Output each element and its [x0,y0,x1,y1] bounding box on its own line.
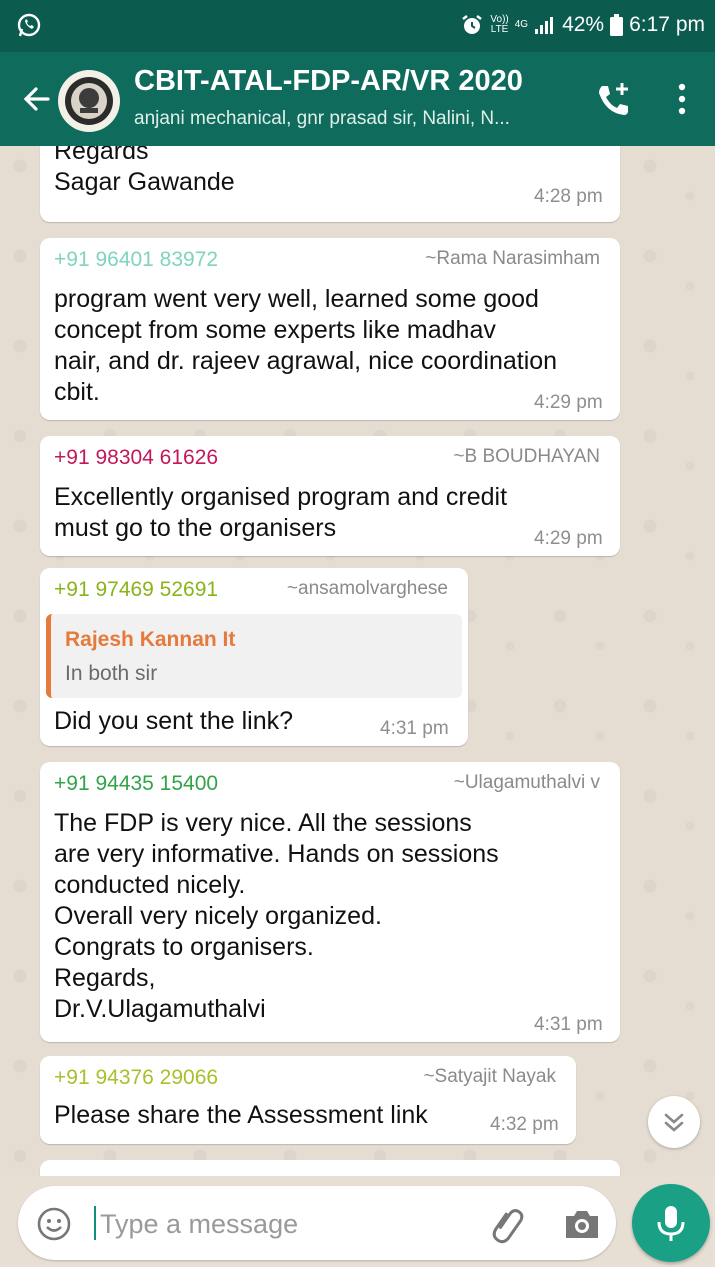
sender-alias: ~Rama Narasimham [425,248,600,269]
group-members[interactable]: anjani mechanical, gnr prasad sir, Nalin… [134,108,574,130]
back-arrow-icon[interactable] [20,82,54,116]
add-call-icon[interactable] [594,80,632,118]
sender-phone[interactable]: +91 96401 83972 [54,248,218,272]
battery-percent: 42% [562,13,605,36]
voice-record-button[interactable] [632,1184,710,1262]
message-bubble[interactable]: Regards Sagar Gawande 4:28 pm [40,146,620,222]
sender-phone[interactable]: +91 98304 61626 [54,446,218,470]
group-title[interactable]: CBIT-ATAL-FDP-AR/VR 2020 [134,65,523,98]
status-bar: Vo)) LTE 4G 42% 6:17 pm [0,0,715,52]
mic-icon [657,1206,685,1241]
text-cursor [94,1206,96,1240]
sender-alias: ~Ulagamuthalvi v [453,772,600,793]
message-time: 4:31 pm [380,718,449,739]
clock: 6:17 pm [629,13,705,36]
group-logo [65,77,113,125]
paperclip-icon[interactable] [488,1204,528,1244]
message-text: The FDP is very nice. All the sessions a… [54,809,499,1023]
message-text: program went very well, learned some goo… [54,285,558,406]
message-text: Excellently organised program and credit… [54,483,508,542]
data-type-indicator: 4G [514,19,529,30]
chat-area[interactable]: Regards Sagar Gawande 4:28 pm +91 96401 … [0,146,715,1176]
signal-icon [535,17,554,34]
sender-alias: ~Satyajit Nayak [423,1066,556,1087]
chat-header: CBIT-ATAL-FDP-AR/VR 2020 anjani mechanic… [0,52,715,146]
message-time: 4:31 pm [534,1014,603,1035]
message-text: Regards Sagar Gawande [54,146,235,196]
chevron-double-down-icon [664,1113,684,1132]
message-time: 4:28 pm [534,186,603,207]
group-avatar[interactable] [58,70,120,132]
message-time: 4:32 pm [490,1114,559,1135]
sender-phone[interactable]: +91 97469 52691 [54,578,218,602]
battery-icon [610,14,624,36]
message-bubble-partial[interactable] [40,1160,620,1176]
quoted-text: In both sir [65,662,158,685]
sender-phone[interactable]: +91 94435 15400 [54,772,218,796]
message-bubble[interactable]: +91 94376 29066 ~Satyajit Nayak Please s… [40,1056,576,1144]
message-bubble[interactable]: +91 98304 61626 ~B BOUDHAYAN Excellently… [40,436,620,556]
message-composer [18,1186,616,1260]
message-bubble[interactable]: +91 94435 15400 ~Ulagamuthalvi v The FDP… [40,762,620,1042]
quoted-author: Rajesh Kannan It [65,628,236,651]
message-input[interactable] [98,1200,482,1248]
emoji-icon[interactable] [36,1206,72,1242]
message-time: 4:29 pm [534,528,603,549]
sender-phone[interactable]: +91 94376 29066 [54,1066,218,1090]
scroll-to-bottom-button[interactable] [648,1096,700,1148]
message-bubble[interactable]: +91 96401 83972 ~Rama Narasimham program… [40,238,620,420]
alarm-icon [462,15,483,34]
sender-alias: ~B BOUDHAYAN [453,446,600,467]
camera-icon[interactable] [562,1206,602,1242]
message-text: Did you sent the link? [54,707,294,735]
more-vert-icon[interactable] [672,82,692,116]
quoted-message[interactable]: Rajesh Kannan It In both sir [46,614,462,698]
sender-alias: ~ansamolvarghese [286,578,448,599]
whatsapp-icon [17,13,41,37]
message-text: Please share the Assessment link [54,1101,428,1129]
volte-indicator: Vo)) LTE [490,14,509,35]
message-bubble[interactable]: +91 97469 52691 ~ansamolvarghese Rajesh … [40,568,468,746]
message-time: 4:29 pm [534,392,603,413]
